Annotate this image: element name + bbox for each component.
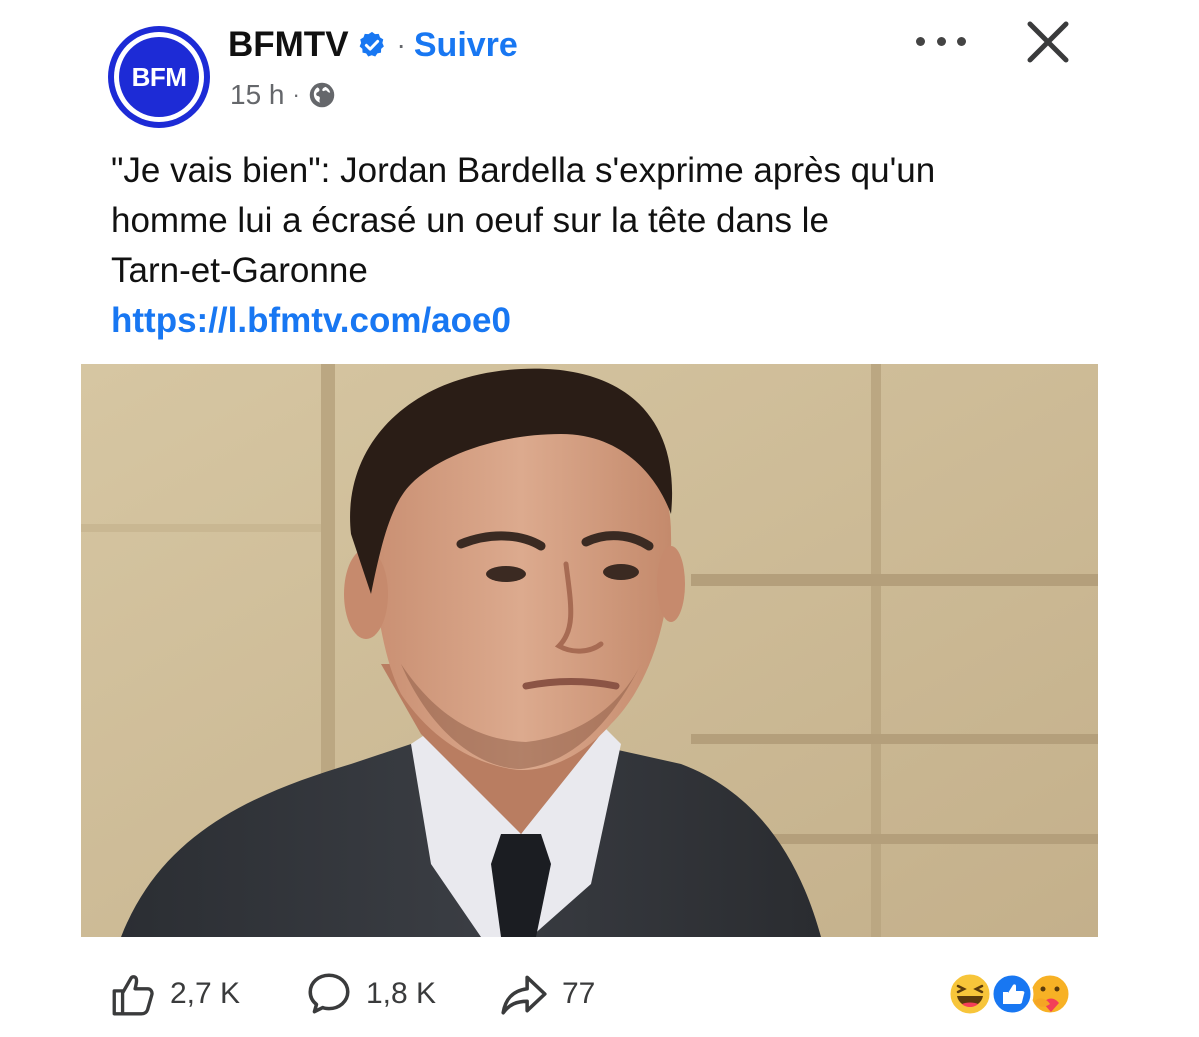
post-text-line: "Je vais bien": Jordan Bardella s'exprim… bbox=[111, 151, 936, 190]
close-icon[interactable] bbox=[1024, 18, 1072, 66]
facebook-post: BFM BFMTV · Suivre 15 h · "Je vais bien"… bbox=[0, 0, 1199, 1037]
share-button[interactable]: 77 bbox=[498, 968, 595, 1020]
meta-separator-dot: · bbox=[292, 82, 300, 107]
share-arrow-icon bbox=[498, 969, 550, 1019]
thumbs-up-icon bbox=[108, 969, 158, 1019]
haha-reaction-icon bbox=[947, 971, 993, 1017]
care-reaction-icon bbox=[1028, 972, 1072, 1016]
post-photo[interactable] bbox=[81, 364, 1098, 937]
globe-icon bbox=[308, 81, 336, 109]
post-link[interactable]: https://l.bfmtv.com/aoe0 bbox=[111, 296, 511, 346]
comment-count: 1,8 K bbox=[366, 977, 437, 1010]
page-name[interactable]: BFMTV bbox=[228, 25, 349, 65]
comment-icon bbox=[304, 969, 354, 1019]
like-button[interactable]: 2,7 K bbox=[108, 968, 240, 1020]
more-options-icon[interactable] bbox=[916, 24, 966, 58]
portrait-photo-illustration bbox=[81, 364, 1098, 937]
follow-button[interactable]: Suivre bbox=[414, 26, 518, 65]
avatar-logo-text: BFM bbox=[119, 37, 199, 117]
post-text: "Je vais bien": Jordan Bardella s'exprim… bbox=[111, 146, 1091, 296]
post-header-name-row: BFMTV · Suivre bbox=[228, 22, 518, 68]
share-count: 77 bbox=[562, 977, 596, 1010]
reactions-summary[interactable] bbox=[946, 970, 1076, 1018]
verified-badge-icon bbox=[357, 30, 387, 60]
post-text-line: Tarn-et-Garonne bbox=[111, 251, 368, 290]
post-text-line: homme lui a écrasé un oeuf sur la tête d… bbox=[111, 201, 829, 240]
comment-button[interactable]: 1,8 K bbox=[304, 968, 436, 1020]
page-avatar[interactable]: BFM bbox=[108, 26, 210, 128]
separator-dot: · bbox=[396, 29, 406, 60]
like-reaction-icon bbox=[990, 972, 1034, 1016]
post-meta-row: 15 h · bbox=[230, 78, 336, 112]
like-count: 2,7 K bbox=[170, 977, 241, 1010]
post-timestamp[interactable]: 15 h bbox=[230, 79, 285, 111]
